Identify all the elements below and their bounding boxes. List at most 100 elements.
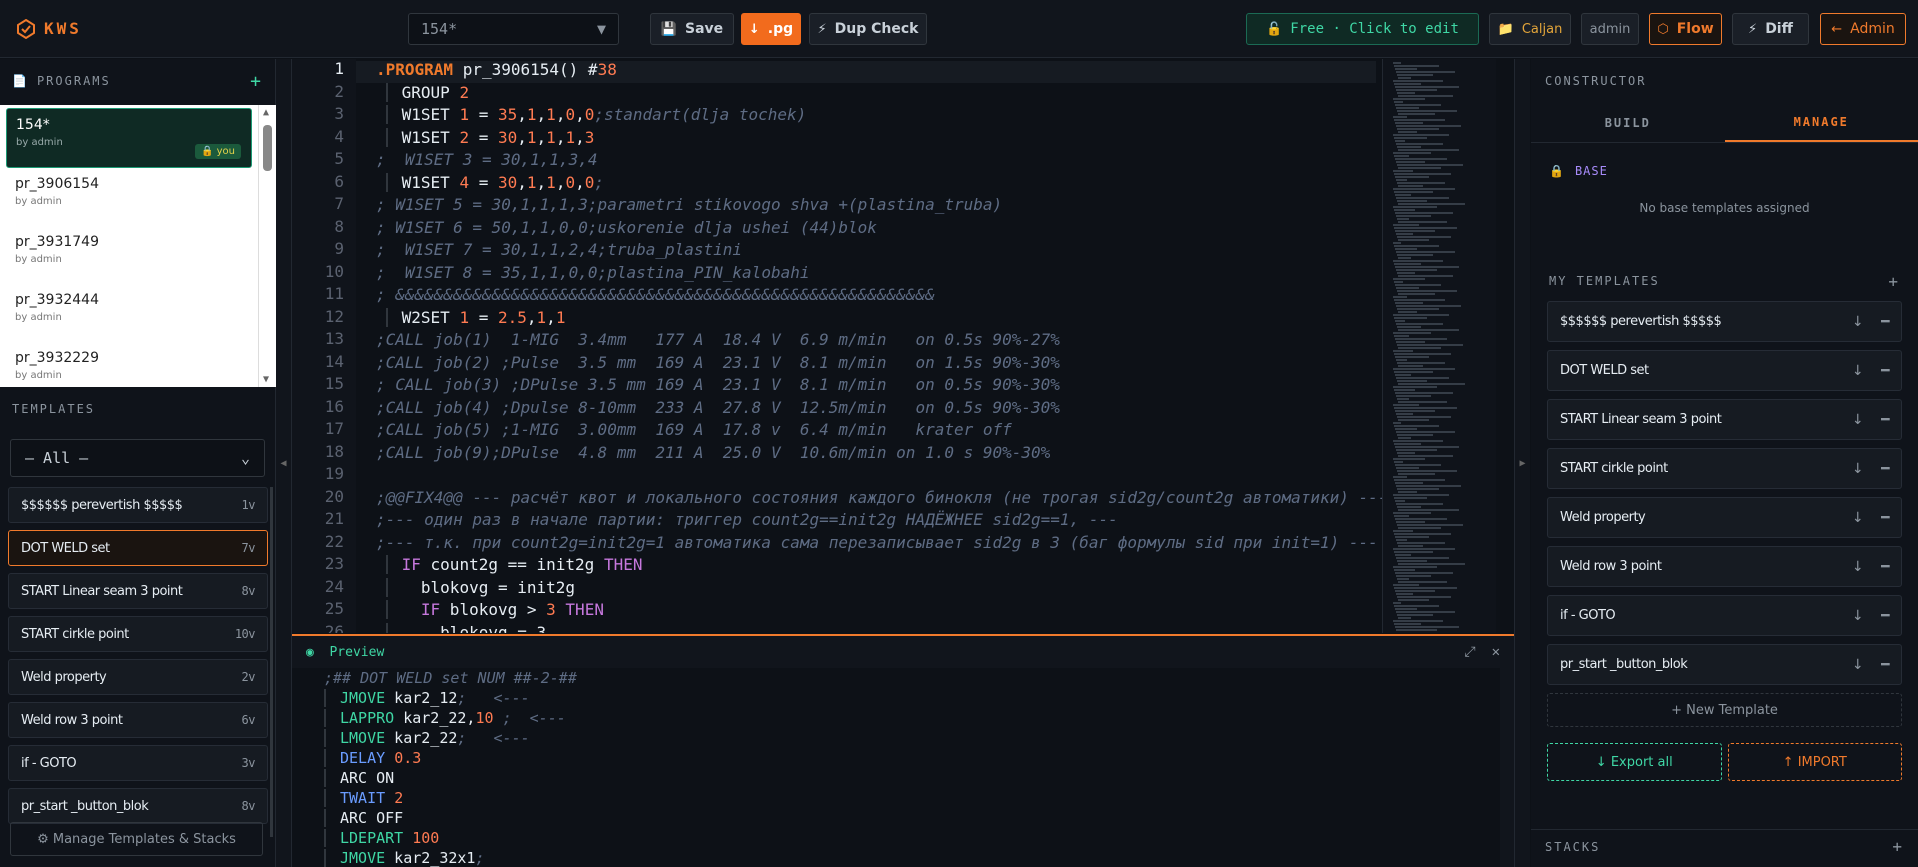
minimap-line	[1398, 221, 1447, 223]
template-item[interactable]: Weld property 2v	[8, 659, 268, 695]
program-item[interactable]: 154* by admin 🔒 you	[6, 108, 252, 168]
line-number: 6	[334, 171, 344, 191]
template-item[interactable]: Weld row 3 point 6v	[8, 702, 268, 738]
diff-button[interactable]: ⚡ Diff	[1732, 13, 1809, 45]
minimap-line	[1396, 521, 1425, 523]
close-icon[interactable]: ✕	[1492, 644, 1500, 660]
free-edit-button[interactable]: 🔓 Free · Click to edit	[1246, 13, 1479, 45]
remove-icon[interactable]: ━	[1881, 559, 1889, 575]
my-template-item[interactable]: Weld row 3 point ↓ ━	[1547, 546, 1902, 587]
download-arrow-icon[interactable]: ↓	[1852, 510, 1864, 526]
new-template-button[interactable]: + New Template	[1547, 693, 1902, 727]
add-program-icon[interactable]: +	[250, 71, 263, 92]
remove-icon[interactable]: ━	[1881, 510, 1889, 526]
download-arrow-icon[interactable]: ↓	[1852, 412, 1864, 428]
my-template-item[interactable]: $$$$$$ perevertish $$$$$ ↓ ━	[1547, 301, 1902, 342]
tab-manage[interactable]: MANAGE	[1724, 103, 1918, 142]
minimap-line	[1396, 593, 1413, 595]
scroll-thumb[interactable]	[263, 125, 272, 171]
add-template-icon[interactable]: +	[1888, 272, 1900, 291]
template-item[interactable]: START Linear seam 3 point 8v	[8, 573, 268, 609]
remove-icon[interactable]: ━	[1881, 608, 1889, 624]
minimap-line	[1395, 608, 1417, 610]
minimap-line	[1398, 167, 1441, 169]
minimap-line	[1394, 101, 1403, 103]
download-arrow-icon[interactable]: ↓	[1852, 608, 1864, 624]
code-minimap[interactable]	[1382, 59, 1496, 633]
my-template-item[interactable]: START cirkle point ↓ ━	[1547, 448, 1902, 489]
download-arrow-icon[interactable]: ↓	[1852, 461, 1864, 477]
export-all-button[interactable]: ↓ Export all	[1547, 743, 1722, 781]
minimap-line	[1393, 602, 1401, 604]
minimap-line	[1398, 347, 1441, 349]
owner-badge: 🔒 you	[194, 144, 241, 159]
user-name: Caljan	[1521, 21, 1563, 37]
user-button[interactable]: 📁 Caljan	[1489, 13, 1571, 45]
minimap-line	[1397, 524, 1463, 526]
scroll-down-icon[interactable]: ▼	[263, 374, 269, 385]
minimap-line	[1394, 227, 1457, 229]
program-select[interactable]: 154* ▼	[408, 13, 619, 45]
remove-icon[interactable]: ━	[1881, 314, 1889, 330]
minimap-line	[1393, 242, 1401, 244]
constructor-panel: CONSTRUCTOR BUILD MANAGE 🔒 BASE No base t…	[1531, 59, 1918, 867]
program-item[interactable]: pr_3932229 by admin	[0, 342, 258, 387]
minimap-line	[1398, 419, 1429, 421]
template-item[interactable]: DOT WELD set 7v	[8, 530, 268, 566]
remove-icon[interactable]: ━	[1881, 461, 1889, 477]
program-list: 154* by admin 🔒 you pr_3906154 by admin …	[0, 105, 258, 387]
template-item[interactable]: if - GOTO 3v	[8, 745, 268, 781]
minimap-line	[1398, 293, 1435, 295]
my-template-item[interactable]: START Linear seam 3 point ↓ ━	[1547, 399, 1902, 440]
template-item[interactable]: pr_start _button_blok 8v	[8, 788, 268, 824]
collapse-right-panel-button[interactable]: ▶	[1514, 59, 1530, 867]
minimap-line	[1393, 152, 1431, 154]
program-item[interactable]: pr_3906154 by admin	[0, 168, 258, 226]
minimap-line	[1393, 476, 1407, 478]
import-button[interactable]: ↑ IMPORT	[1727, 743, 1902, 781]
download-arrow-icon[interactable]: ↓	[1852, 559, 1864, 575]
remove-icon[interactable]: ━	[1881, 657, 1889, 673]
remove-icon[interactable]: ━	[1881, 363, 1889, 379]
download-arrow-icon[interactable]: ↓	[1852, 657, 1864, 673]
remove-icon[interactable]: ━	[1881, 412, 1889, 428]
template-list-scrollbar[interactable]	[270, 487, 273, 837]
admin-button[interactable]: ← Admin	[1820, 13, 1906, 45]
my-template-item[interactable]: DOT WELD set ↓ ━	[1547, 350, 1902, 391]
program-list-scrollbar[interactable]: ▲ ▼	[258, 105, 276, 387]
manage-templates-button[interactable]: ⚙ Manage Templates & Stacks	[10, 822, 263, 856]
minimap-line	[1395, 338, 1447, 340]
download-arrow-icon[interactable]: ↓	[1852, 314, 1864, 330]
template-item[interactable]: START cirkle point 10v	[8, 616, 268, 652]
minimap-line	[1394, 623, 1421, 625]
program-item[interactable]: pr_3932444 by admin	[0, 284, 258, 342]
minimap-line	[1397, 362, 1445, 364]
minimap-line	[1398, 239, 1429, 241]
preview-pane[interactable]: ;## DOT WELD set NUM ##-2-## JMOVE kar2_…	[292, 668, 1500, 867]
line-number: 16	[324, 396, 344, 416]
chevron-down-icon: ▼	[596, 20, 606, 38]
program-item[interactable]: pr_3931749 by admin	[0, 226, 258, 284]
tab-build[interactable]: BUILD	[1531, 103, 1725, 142]
minimap-line	[1397, 74, 1433, 76]
collapse-left-panel-button[interactable]: ◀	[276, 59, 292, 867]
template-name: DOT WELD set	[21, 540, 110, 556]
unlock-icon: 🔓	[1266, 21, 1283, 37]
dup-check-button[interactable]: ⚡ Dup Check	[809, 13, 927, 45]
preview-scrollbar[interactable]	[1500, 668, 1514, 867]
expand-icon[interactable]: ⤢	[1464, 644, 1475, 660]
my-template-item[interactable]: if - GOTO ↓ ━	[1547, 595, 1902, 636]
flow-button[interactable]: ⬡ Flow	[1649, 13, 1722, 45]
scroll-up-icon[interactable]: ▲	[263, 107, 269, 118]
template-item[interactable]: $$$$$$ perevertish $$$$$ 1v	[8, 487, 268, 523]
add-stack-icon[interactable]: +	[1892, 837, 1904, 856]
export-pg-button[interactable]: ↓ .pg	[741, 13, 801, 45]
code-editor[interactable]: 1 2 3 4 5 6 7 8 9 10 11 12 13 14 15 16 17 18 19 20 21 22 23 24 2…	[292, 59, 1382, 633]
minimap-line	[1395, 320, 1405, 322]
download-arrow-icon[interactable]: ↓	[1852, 363, 1864, 379]
my-template-item[interactable]: Weld property ↓ ━	[1547, 497, 1902, 538]
my-template-item[interactable]: pr_start _button_blok ↓ ━	[1547, 644, 1902, 685]
template-filter-select[interactable]: — All — ⌄	[10, 439, 265, 477]
save-button[interactable]: 💾 Save	[650, 13, 734, 45]
code-content[interactable]: .PROGRAM pr_3906154() #38 GROUP 2 W1SET …	[376, 59, 1382, 633]
